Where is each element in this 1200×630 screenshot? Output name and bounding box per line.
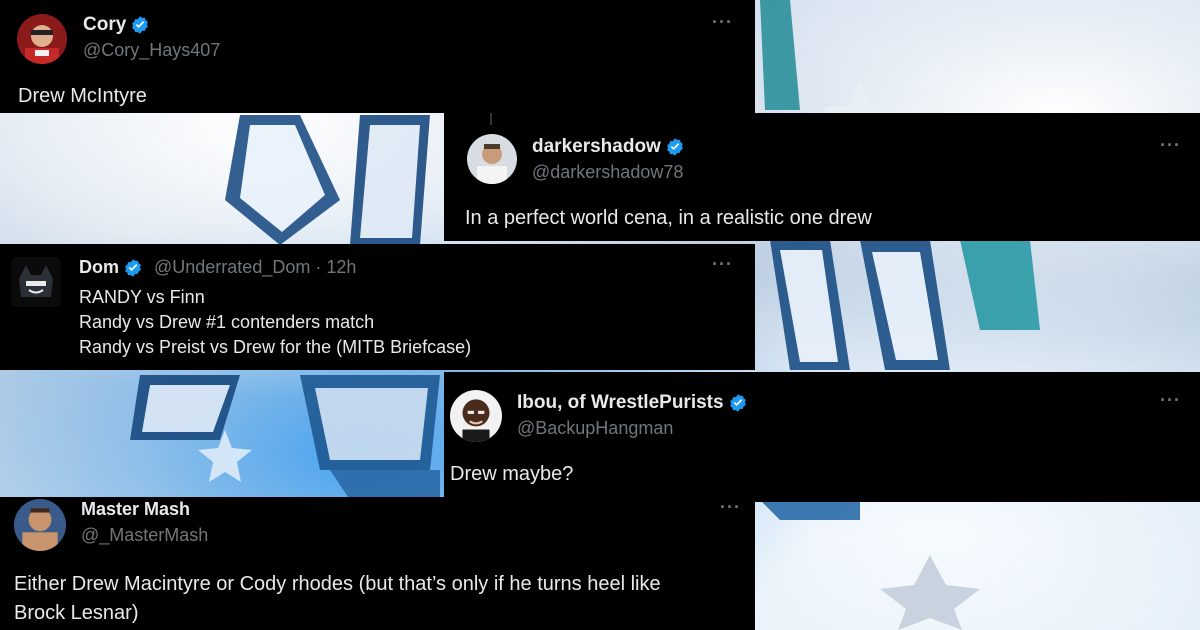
- more-options-icon[interactable]: ···: [712, 12, 733, 33]
- tweet-text-line: Randy vs Drew #1 contenders match: [79, 312, 375, 332]
- display-name[interactable]: Dom: [79, 257, 143, 278]
- handle[interactable]: @Cory_Hays407: [83, 40, 220, 61]
- avatar[interactable]: [14, 499, 66, 551]
- avatar[interactable]: [11, 257, 61, 307]
- tweet-text: Drew maybe?: [450, 463, 574, 485]
- more-options-icon[interactable]: ···: [1160, 135, 1181, 156]
- tweet-card[interactable]: darkershadow @darkershadow78 ··· In a pe…: [444, 113, 1200, 241]
- tweet-text: Either Drew Macintyre or Cody rhodes (bu…: [14, 570, 661, 628]
- handle[interactable]: @_MasterMash: [81, 525, 208, 546]
- display-name[interactable]: darkershadow: [532, 136, 685, 158]
- display-name[interactable]: Cory: [83, 14, 150, 36]
- display-name-text: darkershadow: [532, 136, 661, 157]
- display-name-text: Cory: [83, 14, 127, 35]
- avatar[interactable]: [450, 390, 502, 442]
- handle[interactable]: @Underrated_Dom · 12h: [154, 257, 356, 278]
- tweet-card[interactable]: Dom @Underrated_Dom · 12h ··· RANDY vs F…: [0, 244, 755, 370]
- verified-badge-icon: [728, 393, 748, 413]
- more-options-icon[interactable]: ···: [1160, 390, 1181, 411]
- display-name-text: Master Mash: [81, 499, 191, 519]
- tweet-text-line: Either Drew Macintyre or Cody rhodes (bu…: [14, 573, 661, 595]
- tweet-text: In a perfect world cena, in a realistic …: [465, 207, 872, 229]
- display-name[interactable]: Master Mash: [81, 499, 190, 520]
- more-options-icon[interactable]: ···: [712, 254, 733, 275]
- tweet-text: Drew McIntyre: [18, 85, 147, 107]
- avatar[interactable]: [17, 14, 67, 64]
- verified-badge-icon: [665, 137, 685, 157]
- tweet-text-line: Brock Lesnar): [14, 602, 139, 624]
- display-name-text: Dom: [79, 257, 119, 277]
- tweet-text-line: RANDY vs Finn: [79, 287, 205, 307]
- thread-connector: [490, 113, 492, 125]
- tweet-text-line: Randy vs Preist vs Drew for the (MITB Br…: [79, 337, 472, 357]
- avatar[interactable]: [467, 134, 517, 184]
- handle[interactable]: @BackupHangman: [517, 418, 673, 439]
- handle[interactable]: @darkershadow78: [532, 162, 683, 183]
- display-name[interactable]: Ibou, of WrestlePurists: [517, 392, 748, 414]
- tweet-card[interactable]: Cory @Cory_Hays407 ··· Drew McIntyre: [0, 0, 755, 113]
- tweet-text: RANDY vs Finn Randy vs Drew #1 contender…: [79, 285, 471, 360]
- verified-badge-icon: [130, 15, 150, 35]
- tweet-card[interactable]: Master Mash @_MasterMash ··· Either Drew…: [0, 497, 755, 630]
- verified-badge-icon: [123, 258, 143, 278]
- more-options-icon[interactable]: ···: [720, 497, 741, 518]
- tweet-card[interactable]: Ibou, of WrestlePurists @BackupHangman ·…: [444, 372, 1200, 502]
- display-name-text: Ibou, of WrestlePurists: [517, 392, 724, 413]
